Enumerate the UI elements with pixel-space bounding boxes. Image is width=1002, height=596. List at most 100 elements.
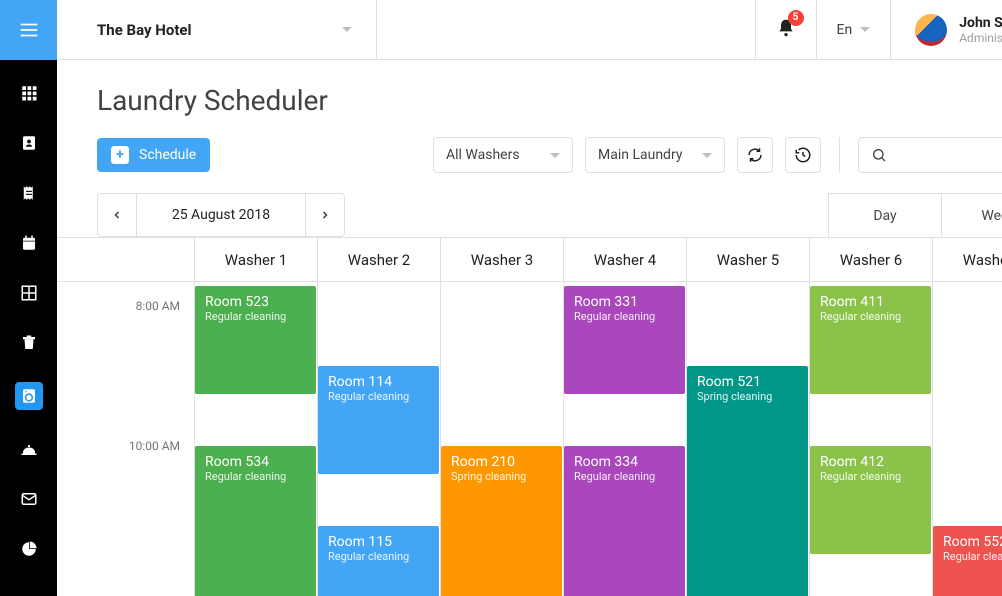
- calendar-icon: [20, 234, 38, 252]
- date-navigation: 25 August 2018 Day Week: [57, 193, 1002, 237]
- view-tab-week[interactable]: Week: [942, 193, 1002, 237]
- sidebar-item-mail[interactable]: [18, 488, 40, 510]
- column-header: Washer 6: [810, 238, 932, 282]
- hotel-selector[interactable]: The Bay Hotel: [57, 0, 377, 59]
- user-name: John Smith: [959, 15, 1002, 31]
- notifications-button[interactable]: 5: [755, 0, 816, 59]
- event[interactable]: Room 115 Regular cleaning: [318, 526, 439, 596]
- sidebar: [0, 0, 57, 596]
- event-room: Room 210: [451, 454, 552, 470]
- event[interactable]: Room 210 Spring cleaning: [441, 446, 562, 596]
- next-day-button[interactable]: [306, 194, 344, 236]
- event-room: Room 411: [820, 294, 921, 310]
- event-room: Room 114: [328, 374, 429, 390]
- time-label: 8:00 AM: [136, 299, 180, 313]
- sidebar-item-trash[interactable]: [18, 332, 40, 354]
- sidebar-item-rooms[interactable]: [18, 282, 40, 304]
- mail-icon: [20, 490, 38, 508]
- event-type: Spring cleaning: [451, 470, 552, 483]
- bell-service-icon: [20, 440, 38, 458]
- event[interactable]: Room 331 Regular cleaning: [564, 286, 685, 394]
- grid-icon: [20, 84, 38, 102]
- history-icon: [794, 146, 812, 164]
- event[interactable]: Room 412 Regular cleaning: [810, 446, 931, 554]
- caret-down-icon: [860, 27, 870, 32]
- event-room: Room 534: [205, 454, 306, 470]
- language-selector[interactable]: En: [816, 0, 891, 59]
- sidebar-item-service[interactable]: [18, 438, 40, 460]
- sidebar-item-calendar[interactable]: [18, 232, 40, 254]
- event[interactable]: Room 114 Regular cleaning: [318, 366, 439, 474]
- divider: [839, 137, 840, 173]
- sidebar-item-apps[interactable]: [18, 82, 40, 104]
- trash-icon: [20, 334, 38, 352]
- caret-down-icon: [702, 153, 712, 158]
- event[interactable]: Room 334 Regular cleaning: [564, 446, 685, 596]
- event-type: Regular cleaning: [574, 310, 675, 323]
- location-filter-value: Main Laundry: [598, 147, 682, 163]
- scheduler-grid: 8:00 AM 10:00 AM Washer 1 Room 523 Regul…: [57, 237, 1002, 596]
- sidebar-item-reports[interactable]: [18, 538, 40, 560]
- event-type: Regular cleaning: [820, 470, 921, 483]
- laundry-icon: [20, 387, 38, 405]
- sidebar-item-laundry[interactable]: [15, 382, 43, 410]
- schedule-button[interactable]: + Schedule: [97, 138, 210, 172]
- caret-down-icon: [342, 27, 352, 32]
- event-room: Room 521: [697, 374, 798, 390]
- location-filter[interactable]: Main Laundry: [585, 137, 725, 173]
- history-button[interactable]: [785, 137, 821, 173]
- event-type: Regular cleaning: [328, 550, 429, 563]
- time-label: 10:00 AM: [129, 439, 180, 453]
- topbar: The Bay Hotel 5 En John Smith Administra…: [57, 0, 1002, 60]
- current-date[interactable]: 25 August 2018: [136, 194, 306, 236]
- event-room: Room 334: [574, 454, 675, 470]
- event-room: Room 552: [943, 534, 1002, 550]
- event[interactable]: Room 552 Regular cleaning: [933, 526, 1002, 596]
- column-header: Washer 4: [564, 238, 686, 282]
- column-header: Washer 3: [441, 238, 563, 282]
- washer-column-6: Washer 6 Room 411 Regular cleaning Room …: [810, 238, 933, 596]
- event-type: Regular cleaning: [943, 550, 1002, 563]
- refresh-button[interactable]: [737, 137, 773, 173]
- event[interactable]: Room 521 Spring cleaning: [687, 366, 808, 596]
- search-input[interactable]: [858, 137, 1002, 173]
- pie-icon: [20, 540, 38, 558]
- sidebar-item-contacts[interactable]: [18, 132, 40, 154]
- washer-filter-value: All Washers: [446, 147, 520, 163]
- event[interactable]: Room 523 Regular cleaning: [195, 286, 316, 394]
- hotel-name: The Bay Hotel: [97, 21, 192, 39]
- time-column: 8:00 AM 10:00 AM: [57, 238, 195, 596]
- washer-filter[interactable]: All Washers: [433, 137, 573, 173]
- column-header: Washer 1: [195, 238, 317, 282]
- event-type: Regular cleaning: [574, 470, 675, 483]
- language-code: En: [837, 22, 853, 38]
- chevron-left-icon: [111, 209, 123, 221]
- washer-column-2: Washer 2 Room 114 Regular cleaning Room …: [318, 238, 441, 596]
- event-room: Room 331: [574, 294, 675, 310]
- event[interactable]: Room 534 Regular cleaning: [195, 446, 316, 596]
- search-icon: [871, 147, 887, 163]
- notification-badge: 5: [788, 10, 804, 26]
- plus-icon: +: [111, 146, 129, 164]
- user-menu[interactable]: John Smith Administrator: [890, 0, 1002, 59]
- event-type: Regular cleaning: [328, 390, 429, 403]
- caret-down-icon: [550, 153, 560, 158]
- view-tab-day[interactable]: Day: [828, 193, 942, 237]
- sidebar-item-receipt[interactable]: [18, 182, 40, 204]
- washer-column-1: Washer 1 Room 523 Regular cleaning Room …: [195, 238, 318, 596]
- washer-column-3: Washer 3 Room 210 Spring cleaning: [441, 238, 564, 596]
- event-type: Spring cleaning: [697, 390, 798, 403]
- avatar: [915, 14, 947, 46]
- event-room: Room 412: [820, 454, 921, 470]
- event[interactable]: Room 411 Regular cleaning: [810, 286, 931, 394]
- toolbar: + Schedule All Washers Main Laundry: [57, 137, 1002, 173]
- menu-toggle[interactable]: [0, 0, 57, 60]
- schedule-label: Schedule: [139, 147, 196, 163]
- event-type: Regular cleaning: [820, 310, 921, 323]
- column-header: Washer 5: [687, 238, 809, 282]
- event-type: Regular cleaning: [205, 310, 306, 323]
- contact-icon: [20, 134, 38, 152]
- prev-day-button[interactable]: [98, 194, 136, 236]
- refresh-icon: [746, 146, 764, 164]
- page-title: Laundry Scheduler: [57, 84, 1002, 117]
